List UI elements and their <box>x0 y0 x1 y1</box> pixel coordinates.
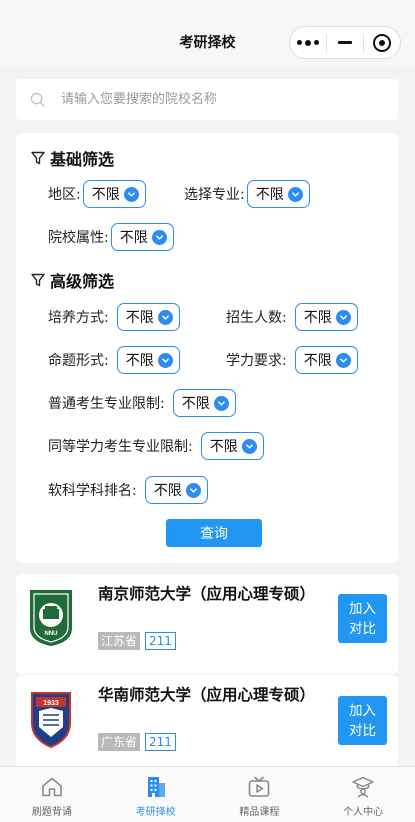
training-mode-dropdown[interactable]: 不限 <box>116 303 180 331</box>
minimize-button[interactable] <box>327 27 363 58</box>
tier-badge: 211 <box>145 733 176 751</box>
filter-card: 基础筛选 地区: 不限 选择专业: 不限 院校属性: 不限 高级筛选 培养方式:… <box>16 133 398 563</box>
search-input[interactable] <box>61 92 361 107</box>
school-logo: NNU <box>30 590 72 646</box>
close-mini-program-button[interactable] <box>364 27 400 58</box>
regular-major-limit-dropdown[interactable]: 不限 <box>172 389 236 417</box>
exam-format-dropdown[interactable]: 不限 <box>116 346 180 374</box>
graduation-cap-icon <box>352 776 374 798</box>
chevron-down-icon <box>185 482 201 498</box>
filter-education-req: 学力要求: 不限 <box>226 346 358 374</box>
filter-icon <box>31 151 45 165</box>
target-close-icon <box>373 33 391 52</box>
svg-text:NNU: NNU <box>45 631 58 637</box>
basic-filter-title: 基础筛选 <box>30 146 114 170</box>
nav-header: 考研择校 <box>0 0 415 66</box>
filter-label: 软科学科排名: <box>48 483 137 499</box>
chevron-down-icon <box>151 229 167 245</box>
school-card[interactable]: 1933 华南师范大学（应用心理专硕） 广东省 211 加入 对比 <box>16 675 398 766</box>
school-name: 华南师范大学（应用心理专硕） <box>98 686 316 704</box>
province-badge: 广东省 <box>98 733 141 751</box>
filter-label: 地区: <box>48 187 81 203</box>
filter-icon <box>31 273 45 287</box>
building-icon <box>147 777 165 797</box>
filter-label: 学力要求: <box>226 353 287 369</box>
school-tags: 广东省 211 <box>98 733 176 751</box>
filter-label: 普通考生专业限制: <box>48 396 165 412</box>
filter-training-mode: 培养方式: 不限 <box>48 303 180 331</box>
ranking-dropdown[interactable]: 不限 <box>144 476 208 504</box>
filter-enrollment: 招生人数: 不限 <box>226 303 358 331</box>
home-icon <box>42 777 62 797</box>
tab-school-select[interactable]: 考研择校 <box>104 767 208 822</box>
bottom-tabbar: 刷题背诵 考研择校 精品课程 个人中心 <box>0 766 415 822</box>
enrollment-dropdown[interactable]: 不限 <box>294 303 358 331</box>
major-dropdown[interactable]: 不限 <box>246 180 310 208</box>
search-icon <box>30 92 45 107</box>
chevron-down-icon <box>335 309 351 325</box>
chevron-down-icon <box>335 352 351 368</box>
search-bar <box>16 79 398 120</box>
advanced-filter-title: 高级筛选 <box>30 268 114 292</box>
school-name: 南京师范大学（应用心理专硕） <box>98 585 316 603</box>
chevron-down-icon <box>287 186 303 202</box>
filter-exam-format: 命题形式: 不限 <box>48 346 180 374</box>
equivalent-major-limit-dropdown[interactable]: 不限 <box>200 432 264 460</box>
filter-regular-major-limit: 普通考生专业限制: 不限 <box>48 389 236 417</box>
school-type-dropdown[interactable]: 不限 <box>110 223 174 251</box>
mini-program-capsule <box>289 26 401 59</box>
chevron-down-icon <box>213 395 229 411</box>
school-tags: 江苏省 211 <box>98 632 176 650</box>
more-menu-button[interactable] <box>290 27 326 58</box>
filter-label: 招生人数: <box>226 310 287 326</box>
filter-equivalent-major-limit: 同等学力考生专业限制: 不限 <box>48 432 264 460</box>
more-dots-icon <box>297 39 319 46</box>
tab-courses[interactable]: 精品课程 <box>208 767 312 822</box>
video-play-icon <box>249 776 270 797</box>
filter-label: 命题形式: <box>48 353 109 369</box>
filter-ranking: 软科学科排名: 不限 <box>48 476 208 504</box>
school-logo: 1933 <box>31 692 71 749</box>
chevron-down-icon <box>157 352 173 368</box>
school-card[interactable]: NNU 南京师范大学（应用心理专硕） 江苏省 211 加入 对比 <box>16 574 398 674</box>
filter-label: 院校属性: <box>48 230 109 246</box>
tier-badge: 211 <box>145 632 176 650</box>
region-dropdown[interactable]: 不限 <box>82 180 146 208</box>
filter-label: 选择专业: <box>184 187 245 203</box>
province-badge: 江苏省 <box>98 632 141 650</box>
tab-practice[interactable]: 刷题背诵 <box>0 767 104 822</box>
chevron-down-icon <box>123 186 139 202</box>
filter-major: 选择专业: 不限 <box>184 180 310 208</box>
query-button[interactable]: 查询 <box>166 519 262 547</box>
svg-text:1933: 1933 <box>43 700 59 707</box>
filter-label: 同等学力考生专业限制: <box>48 439 193 455</box>
chevron-down-icon <box>241 438 257 454</box>
filter-school-type: 院校属性: 不限 <box>48 223 174 251</box>
filter-label: 培养方式: <box>48 310 109 326</box>
chevron-down-icon <box>157 309 173 325</box>
add-compare-button[interactable]: 加入 对比 <box>338 594 387 643</box>
tab-profile[interactable]: 个人中心 <box>311 767 415 822</box>
minimize-icon <box>338 41 352 44</box>
education-req-dropdown[interactable]: 不限 <box>294 346 358 374</box>
add-compare-button[interactable]: 加入 对比 <box>338 696 387 745</box>
filter-region: 地区: 不限 <box>48 180 146 208</box>
